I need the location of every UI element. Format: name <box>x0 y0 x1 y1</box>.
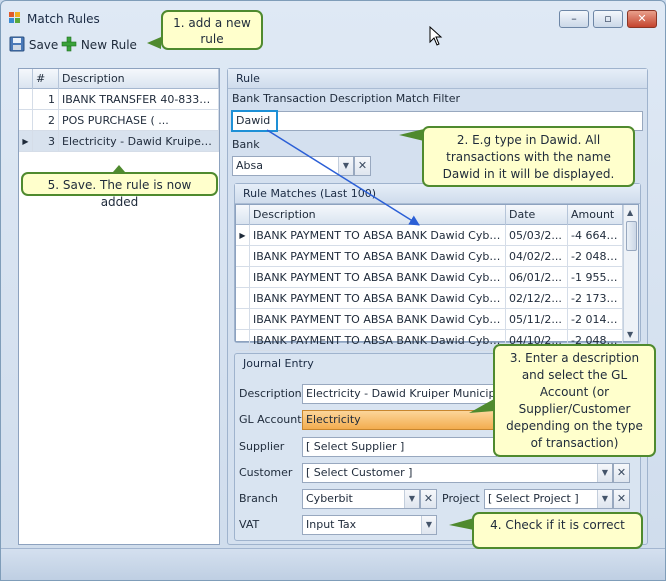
callout-filter: 2. E.g type in Dawid. All transactions w… <box>422 126 635 187</box>
callout-add-rule: 1. add a new rule <box>161 10 263 50</box>
callout-pointer <box>113 165 125 172</box>
callout-check: 4. Check if it is correct <box>472 512 643 549</box>
annotation-overlay <box>113 37 494 530</box>
mouse-cursor-icon <box>429 26 443 46</box>
callout-save: 5. Save. The rule is now added <box>21 172 218 209</box>
match-rules-window: Match Rules – ▫ ✕ Save New Rule # Descri… <box>0 0 666 581</box>
callout-journal: 3. Enter a description and select the GL… <box>493 344 656 457</box>
callout-pointer <box>147 37 161 49</box>
callout-pointer <box>469 399 494 413</box>
annotation-arrow <box>266 129 420 226</box>
callout-pointer <box>449 518 474 530</box>
callout-pointer <box>399 129 424 141</box>
